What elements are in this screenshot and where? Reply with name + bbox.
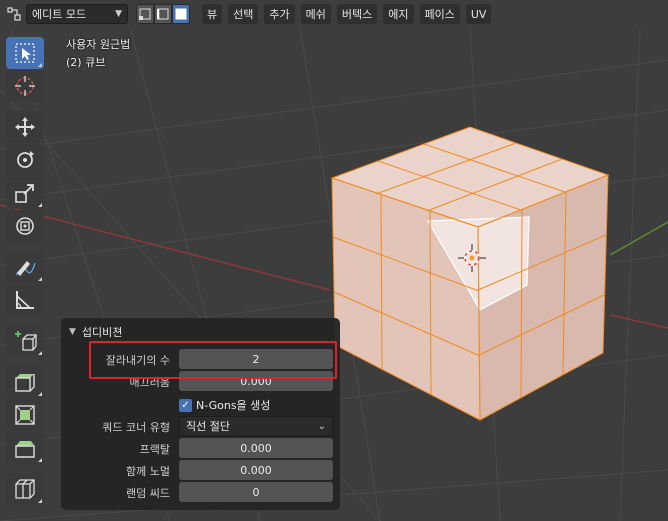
transform-tool[interactable]	[6, 210, 44, 242]
fractal-row: 프랙탈 0.000	[61, 438, 340, 458]
measure-tool[interactable]	[6, 284, 44, 316]
cursor-tool[interactable]	[6, 70, 44, 102]
menu-edge[interactable]: 에지	[383, 4, 414, 24]
face-select-icon	[175, 8, 187, 20]
menu-view[interactable]: 뷰	[202, 4, 223, 24]
fractal-label: 프랙탈	[139, 443, 170, 456]
measure-icon	[16, 291, 34, 309]
cube-mesh[interactable]	[330, 126, 610, 421]
panel-title: 섭디비젼	[81, 326, 123, 339]
rotate-icon	[17, 151, 34, 168]
along-normal-field[interactable]: 0.000	[179, 460, 333, 480]
collapse-triangle-icon: ▼	[69, 327, 76, 337]
menu-face[interactable]: 페이스	[419, 4, 460, 24]
extrude-tool[interactable]	[6, 366, 44, 398]
extrude-icon	[15, 374, 35, 392]
edge-select-button[interactable]	[154, 4, 172, 24]
fractal-field[interactable]: 0.000	[179, 438, 333, 458]
chevron-down-icon: ▼	[115, 9, 122, 19]
edge-select-icon	[157, 8, 169, 20]
along-normal-label: 함께 노멀	[126, 465, 170, 478]
ngons-row: ✓ N-Gons을 생성	[61, 395, 340, 415]
move-icon	[15, 117, 35, 137]
select-mode-group	[136, 4, 190, 24]
quad-corner-value: 직선 절단	[186, 420, 230, 433]
loop-cut-icon	[15, 479, 35, 499]
along-normal-row: 함께 노멀 0.000	[61, 460, 340, 480]
scale-tool[interactable]	[6, 177, 44, 209]
mode-dropdown[interactable]: 에디트 모드 ▼	[26, 4, 128, 24]
ngons-checkbox-wrap[interactable]: ✓ N-Gons을 생성	[179, 397, 270, 413]
select-box-tool[interactable]	[6, 37, 44, 69]
view-name: 사용자 원근법	[66, 38, 131, 51]
bevel-icon	[15, 441, 35, 458]
vertex-select-icon	[139, 8, 151, 20]
editor-type-icon[interactable]	[6, 6, 22, 22]
menu-vertex[interactable]: 버텍스	[336, 4, 378, 24]
menu-uv[interactable]: UV	[465, 4, 492, 24]
mode-dropdown-label: 에디트 모드	[32, 8, 87, 21]
cuts-row: 잘라내기의 수 2	[61, 349, 340, 369]
menu-select[interactable]: 선택	[228, 4, 259, 24]
viewport-header: 에디트 모드 ▼ 뷰 선택 추가 메쉬 버텍스 에지 페이스 UV	[0, 0, 668, 28]
inset-tool[interactable]	[6, 399, 44, 431]
select-box-icon	[15, 43, 35, 63]
menu-mesh[interactable]: 메쉬	[300, 4, 331, 24]
inset-icon	[15, 405, 35, 425]
smoothness-field[interactable]: 0.000	[179, 371, 333, 391]
cursor-icon	[15, 76, 35, 96]
quad-corner-label: 쿼드 코너 유형	[102, 421, 170, 434]
quad-corner-dropdown[interactable]: 직선 절단 ⌄	[179, 416, 333, 436]
cuts-label: 잘라내기의 수	[105, 354, 170, 367]
vertex-select-button[interactable]	[136, 4, 154, 24]
random-seed-row: 랜덤 씨드 0	[61, 482, 340, 502]
ngons-label: N-Gons을 생성	[196, 399, 271, 412]
chevron-down-icon: ⌄	[317, 420, 326, 432]
scale-icon	[15, 184, 34, 203]
ngons-checkbox[interactable]: ✓	[179, 398, 192, 412]
annotate-icon	[15, 261, 36, 276]
random-seed-label: 랜덤 씨드	[126, 487, 170, 500]
add-cube-tool[interactable]	[6, 325, 44, 357]
quad-corner-row: 쿼드 코너 유형 직선 절단 ⌄	[61, 416, 340, 436]
random-seed-field[interactable]: 0	[179, 482, 333, 502]
smoothness-row: 매끄러움 0.000	[61, 371, 340, 391]
loop-cut-tool[interactable]	[6, 473, 44, 505]
cuts-field[interactable]: 2	[179, 349, 333, 369]
transform-icon	[16, 217, 34, 235]
face-select-button[interactable]	[172, 4, 190, 24]
panel-header[interactable]: ▼ 섭디비젼	[69, 324, 122, 340]
object-info: (2) 큐브	[66, 56, 106, 69]
bevel-tool[interactable]	[6, 432, 44, 464]
move-tool[interactable]	[6, 111, 44, 143]
smoothness-label: 매끄러움	[129, 376, 170, 389]
rotate-tool[interactable]	[6, 144, 44, 176]
annotate-tool[interactable]	[6, 251, 44, 283]
subdivide-operator-panel: ▼ 섭디비젼 잘라내기의 수 2 매끄러움 0.000 ✓ N-Gons을 생성…	[61, 318, 340, 510]
add-cube-icon	[15, 331, 37, 351]
menu-add[interactable]: 추가	[264, 4, 295, 24]
